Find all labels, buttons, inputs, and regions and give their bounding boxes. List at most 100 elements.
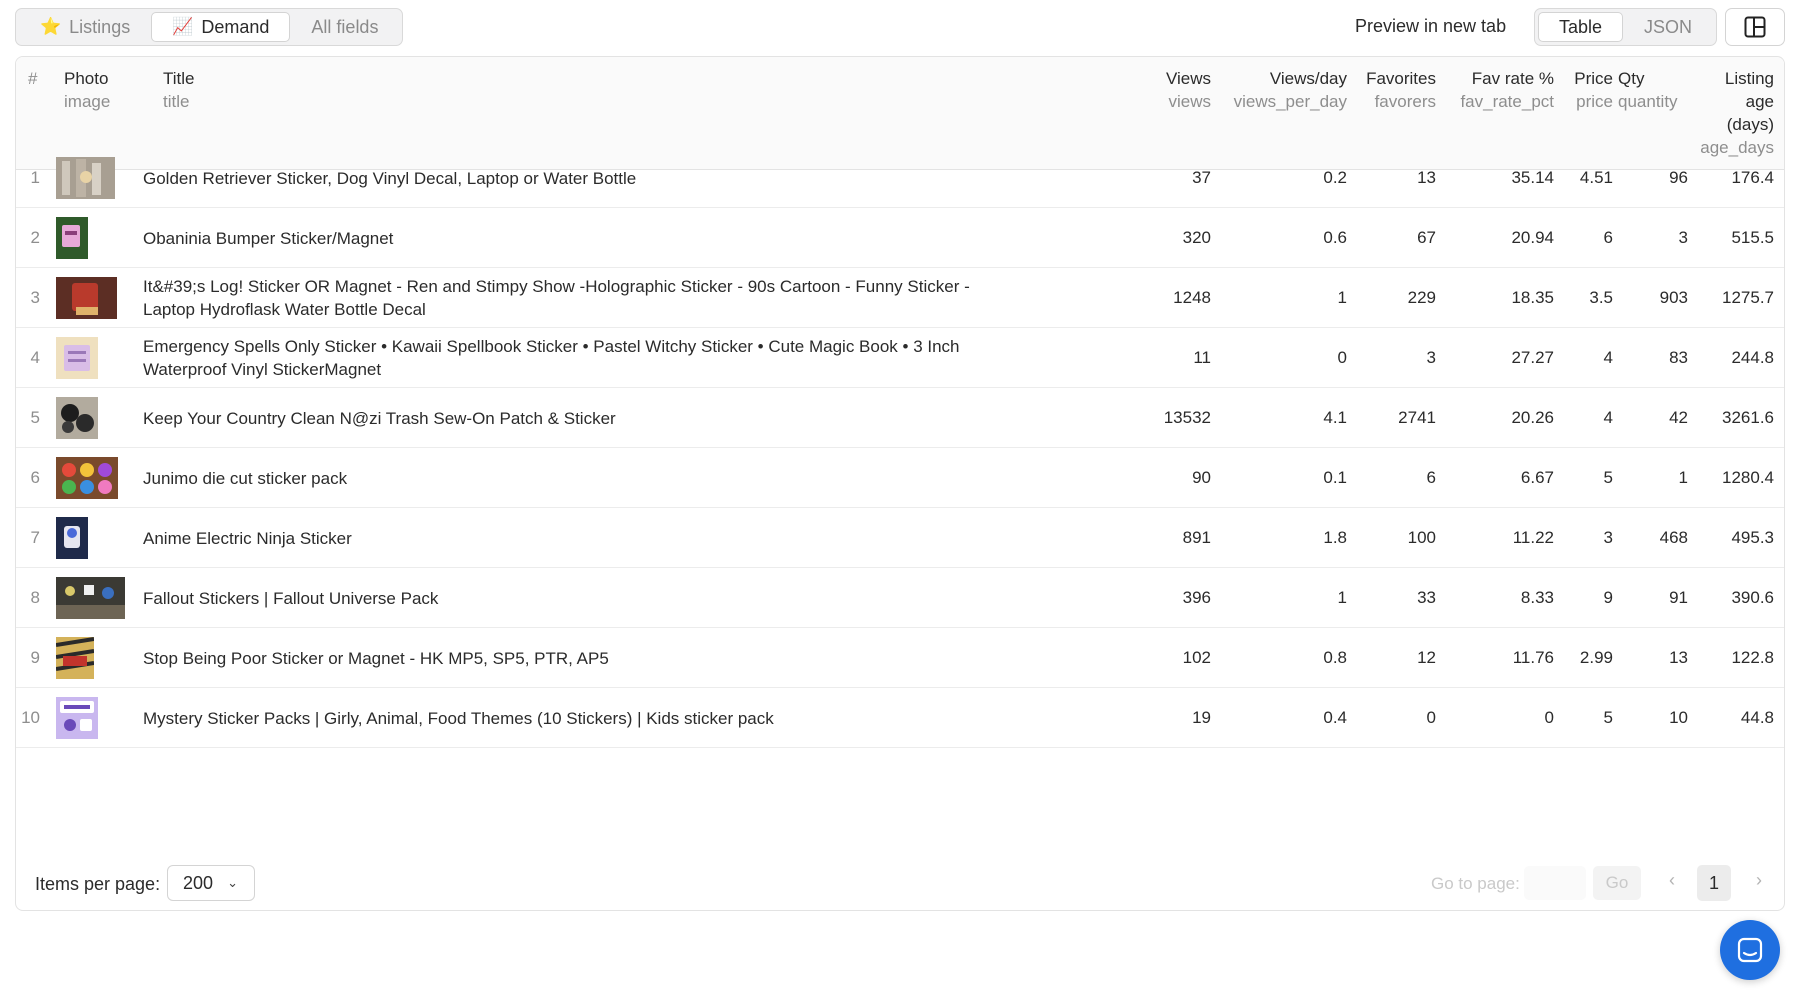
views-cell: 90 bbox=[1192, 468, 1211, 487]
table-row[interactable]: 5 Keep Your Country Clean N@zi Trash Sew-… bbox=[16, 388, 1784, 448]
column-header-listing-age[interactable]: Listing age (days) age_days bbox=[1696, 67, 1774, 159]
tab-all-fields[interactable]: All fields bbox=[290, 12, 399, 42]
listing-photo[interactable] bbox=[56, 574, 125, 622]
photo-cell bbox=[56, 268, 136, 328]
views-per-day-cell: 0.2 bbox=[1323, 168, 1347, 187]
photo-cell bbox=[56, 628, 136, 688]
photo-cell bbox=[56, 448, 136, 508]
chevron-left-icon[interactable]: ‹ bbox=[1669, 870, 1675, 891]
go-button[interactable]: Go bbox=[1593, 866, 1641, 900]
go-to-page-label: Go to page: bbox=[1431, 874, 1520, 893]
column-header-favorites[interactable]: Favorites favorers bbox=[1351, 67, 1436, 113]
items-per-page-select[interactable]: 200 ⌄ bbox=[167, 865, 255, 901]
photo-cell bbox=[56, 328, 136, 388]
favorites-cell: 3 bbox=[1426, 348, 1436, 367]
row-index: 7 bbox=[30, 528, 40, 547]
view-toggle: Table JSON bbox=[1534, 8, 1718, 46]
row-index: 4 bbox=[30, 348, 40, 367]
fav-rate-cell: 35.14 bbox=[1511, 168, 1554, 187]
row-index: 1 bbox=[30, 168, 40, 187]
favorites-cell: 33 bbox=[1417, 588, 1436, 607]
go-to-page-input[interactable] bbox=[1524, 866, 1586, 900]
listing-photo[interactable] bbox=[56, 394, 98, 442]
title-cell: It&#39;s Log! Sticker OR Magnet - Ren an… bbox=[143, 277, 970, 319]
listing-age-cell: 122.8 bbox=[1731, 648, 1774, 667]
listing-photo[interactable] bbox=[56, 154, 115, 202]
tab-demand[interactable]: 📈 Demand bbox=[151, 12, 291, 42]
price-cell: 3 bbox=[1603, 528, 1613, 547]
fav-rate-cell: 18.35 bbox=[1511, 288, 1554, 307]
column-header-views[interactable]: Views views bbox=[1118, 67, 1211, 113]
photo-cell bbox=[56, 568, 136, 628]
photo-cell bbox=[56, 508, 136, 568]
listing-photo[interactable] bbox=[56, 334, 98, 382]
chevron-down-icon: ⌄ bbox=[227, 875, 238, 890]
listing-age-cell: 3261.6 bbox=[1722, 408, 1774, 427]
title-cell: Golden Retriever Sticker, Dog Vinyl Deca… bbox=[143, 168, 637, 188]
title-cell: Obaninia Bumper Sticker/Magnet bbox=[143, 228, 394, 248]
fav-rate-cell: 8.33 bbox=[1520, 588, 1554, 607]
listing-photo[interactable] bbox=[56, 274, 117, 322]
chat-icon bbox=[1737, 937, 1763, 963]
preview-in-new-tab-link[interactable]: Preview in new tab bbox=[1355, 16, 1506, 37]
photo-cell bbox=[56, 208, 136, 268]
fav-rate-cell: 27.27 bbox=[1511, 348, 1554, 367]
listing-photo[interactable] bbox=[56, 514, 88, 562]
title-cell: Keep Your Country Clean N@zi Trash Sew-O… bbox=[143, 408, 616, 428]
column-header-views-per-day[interactable]: Views/day views_per_day bbox=[1221, 67, 1347, 113]
column-header-title[interactable]: Title title bbox=[163, 67, 195, 113]
layout-panels-icon bbox=[1744, 16, 1766, 38]
view-json-button[interactable]: JSON bbox=[1623, 12, 1713, 42]
listing-photo[interactable] bbox=[56, 454, 118, 502]
column-header-fav-rate[interactable]: Fav rate % fav_rate_pct bbox=[1441, 67, 1554, 113]
views-per-day-cell: 0.6 bbox=[1323, 228, 1347, 247]
quantity-cell: 42 bbox=[1669, 408, 1688, 427]
table-row[interactable]: 3 It&#39;s Log! Sticker OR Magnet - Ren a… bbox=[16, 268, 1784, 328]
quantity-cell: 96 bbox=[1669, 168, 1688, 187]
views-per-day-cell: 0.1 bbox=[1323, 468, 1347, 487]
row-index: 9 bbox=[30, 648, 40, 667]
column-header-photo[interactable]: Photo image bbox=[64, 67, 110, 113]
price-cell: 5 bbox=[1603, 468, 1613, 487]
favorites-cell: 67 bbox=[1417, 228, 1436, 247]
view-table-button[interactable]: Table bbox=[1538, 12, 1624, 42]
listing-photo[interactable] bbox=[56, 634, 94, 682]
table-row[interactable]: 2 Obaninia Bumper Sticker/Magnet 320 0.6 67 2… bbox=[16, 208, 1784, 268]
items-per-page-label: Items per page: bbox=[35, 874, 161, 894]
tab-label: Listings bbox=[69, 16, 131, 37]
table-row[interactable]: 7 Anime Electric Ninja Sticker 891 1.8 100 11… bbox=[16, 508, 1784, 568]
chart-increasing-icon: 📈 bbox=[172, 17, 194, 36]
views-per-day-cell: 0.4 bbox=[1323, 708, 1347, 727]
title-cell: Emergency Spells Only Sticker • Kawaii S… bbox=[143, 337, 960, 379]
table-row[interactable]: 8 Fallout Stickers | Fallout Universe Pac… bbox=[16, 568, 1784, 628]
favorites-cell: 13 bbox=[1417, 168, 1436, 187]
fav-rate-cell: 11.76 bbox=[1512, 648, 1554, 667]
row-index: 5 bbox=[30, 408, 40, 427]
star-icon: ⭐ bbox=[40, 17, 62, 36]
current-page-button[interactable]: 1 bbox=[1697, 865, 1731, 901]
chevron-right-icon[interactable]: › bbox=[1756, 870, 1762, 891]
table-row[interactable]: 1 Golden Retriever Sticker, Dog Vinyl Dec… bbox=[16, 148, 1784, 208]
title-cell: Anime Electric Ninja Sticker bbox=[143, 528, 352, 548]
photo-cell bbox=[56, 388, 136, 448]
price-cell: 4.51 bbox=[1579, 168, 1613, 187]
table-row[interactable]: 6 Junimo die cut sticker pack 90 0.1 6 6.67 5 1… bbox=[16, 448, 1784, 508]
column-header-qty[interactable]: Qty quantity bbox=[1618, 67, 1688, 113]
views-cell: 19 bbox=[1192, 708, 1211, 727]
listing-photo[interactable] bbox=[56, 214, 88, 262]
tab-listings[interactable]: ⭐ Listings bbox=[19, 12, 151, 42]
title-cell: Fallout Stickers | Fallout Universe Pack bbox=[143, 588, 439, 608]
views-cell: 37 bbox=[1192, 168, 1211, 187]
quantity-cell: 3 bbox=[1678, 228, 1688, 247]
layout-toggle-button[interactable] bbox=[1725, 8, 1785, 46]
views-per-day-cell: 4.1 bbox=[1323, 408, 1347, 427]
views-cell: 891 bbox=[1182, 528, 1211, 547]
table-row[interactable]: 9 Stop Being Poor Sticker or Magnet - HK … bbox=[16, 628, 1784, 688]
quantity-cell: 10 bbox=[1669, 708, 1688, 727]
views-cell: 320 bbox=[1182, 228, 1211, 247]
listing-photo[interactable] bbox=[56, 694, 98, 742]
table-row[interactable]: 4 Emergency Spells Only Sticker • Kawaii … bbox=[16, 328, 1784, 388]
column-header-price[interactable]: Price price bbox=[1559, 67, 1613, 113]
table-row[interactable]: 10 Mystery Sticker Packs | Girly, Animal,… bbox=[16, 688, 1784, 748]
chat-launcher-button[interactable] bbox=[1720, 920, 1780, 980]
